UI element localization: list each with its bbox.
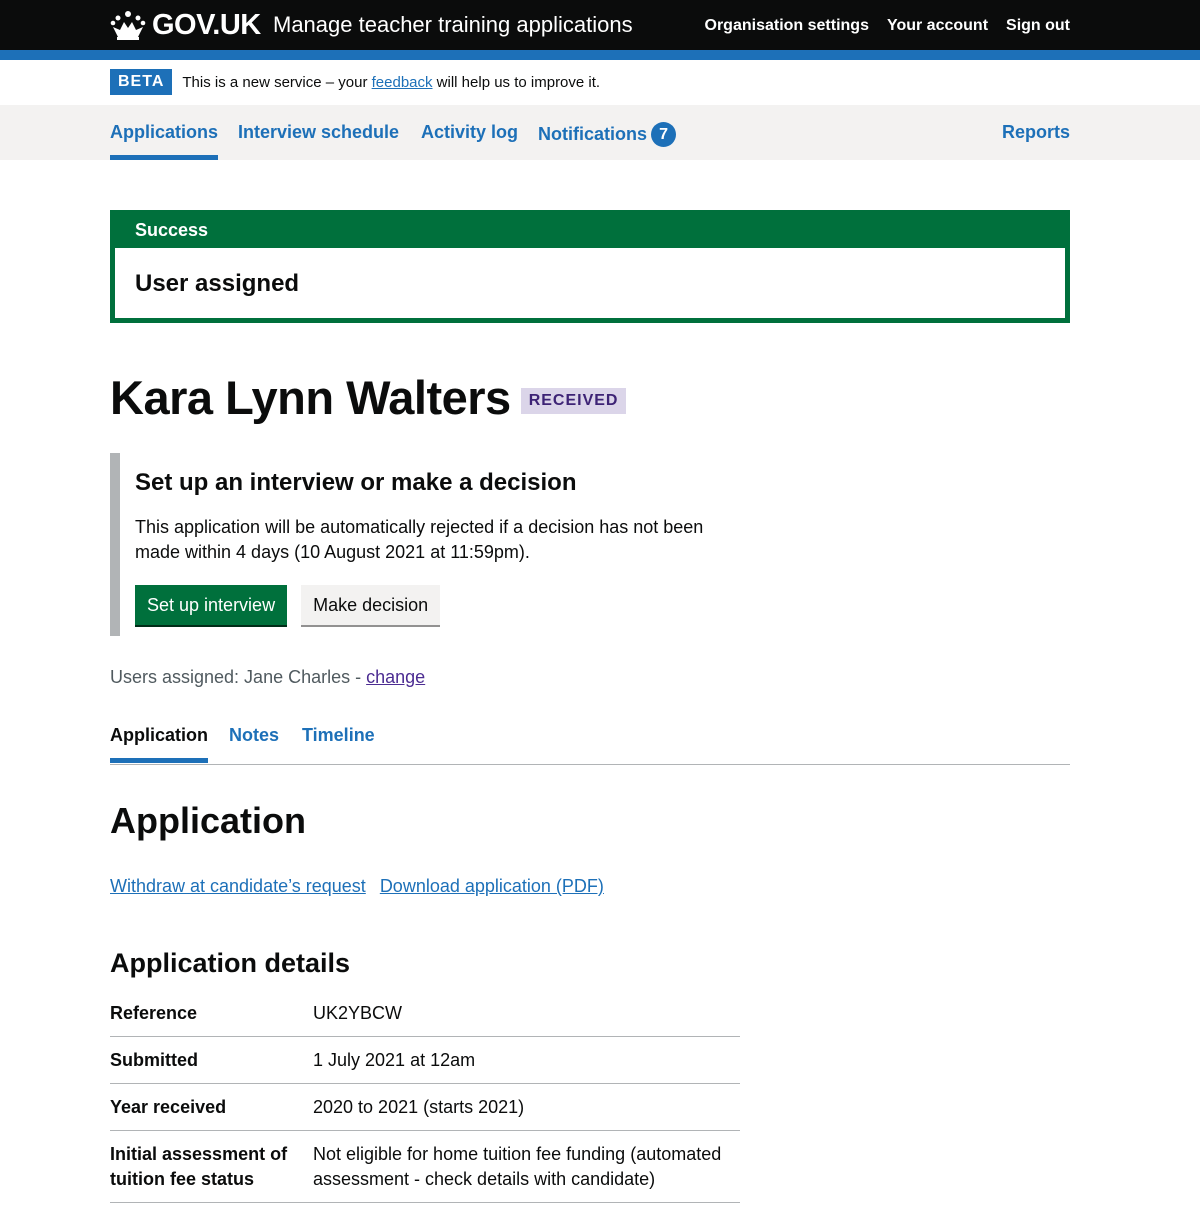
nav-notifications[interactable]: Notifications 7 xyxy=(538,122,677,147)
primary-navigation: Applications Interview schedule Activity… xyxy=(0,105,1200,160)
nav-notifications-label: Notifications xyxy=(538,124,648,144)
success-banner-message: User assigned xyxy=(135,270,300,297)
tab-timeline[interactable]: Timeline xyxy=(302,725,375,746)
application-actions: Withdraw at candidate’s request Download… xyxy=(110,876,604,897)
site-header: GOV.UK Manage teacher training applicati… xyxy=(0,0,1200,50)
application-details-list: Reference UK2YBCW Submitted 1 July 2021 … xyxy=(110,990,740,1203)
summary-key: Year received xyxy=(110,1097,227,1117)
service-name-link[interactable]: Manage teacher training applications xyxy=(273,12,633,38)
header-blue-bar xyxy=(0,50,1200,60)
sub-navigation-tabs: Application Notes Timeline xyxy=(110,722,1070,765)
decision-inset: Set up an interview or make a decision T… xyxy=(110,453,750,636)
summary-value: 2020 to 2021 (starts 2021) xyxy=(313,1097,525,1117)
summary-row: Submitted 1 July 2021 at 12am xyxy=(110,1037,740,1084)
phase-banner: BETA This is a new service – your feedba… xyxy=(110,69,600,95)
nav-activity-log[interactable]: Activity log xyxy=(421,122,518,143)
tab-notes[interactable]: Notes xyxy=(229,725,279,746)
users-assigned: Users assigned: Jane Charles - change xyxy=(110,667,425,688)
inset-buttons: Set up interview Make decision xyxy=(135,585,750,625)
inset-heading: Set up an interview or make a decision xyxy=(135,469,577,496)
nav-interview-schedule[interactable]: Interview schedule xyxy=(238,122,399,143)
success-banner: Success User assigned xyxy=(110,210,1070,323)
page-title-row: Kara Lynn Walters RECEIVED xyxy=(110,370,627,425)
feedback-link[interactable]: feedback xyxy=(372,74,433,91)
summary-row: Year received 2020 to 2021 (starts 2021) xyxy=(110,1084,740,1131)
phase-text-before: This is a new service – your xyxy=(182,73,372,91)
header-nav: Organisation settings Your account Sign … xyxy=(705,17,1071,35)
summary-value: 1 July 2021 at 12am xyxy=(313,1050,476,1070)
set-up-interview-button[interactable]: Set up interview xyxy=(135,585,288,625)
section-title: Application xyxy=(110,800,306,841)
download-pdf-link[interactable]: Download application (PDF) xyxy=(380,876,604,897)
tab-application[interactable]: Application xyxy=(110,725,208,763)
inset-text: This application will be automatically r… xyxy=(135,517,704,562)
crown-icon xyxy=(110,11,146,40)
make-decision-button[interactable]: Make decision xyxy=(301,585,441,625)
summary-value: UK2YBCW xyxy=(313,1003,403,1023)
beta-tag: BETA xyxy=(110,69,173,95)
sign-out-link[interactable]: Sign out xyxy=(1006,17,1070,35)
application-details-heading: Application details xyxy=(110,948,351,978)
nav-applications[interactable]: Applications xyxy=(110,122,219,160)
logo-text: GOV.UK xyxy=(152,8,261,41)
candidate-name: Kara Lynn Walters xyxy=(110,371,511,424)
notifications-count-badge: 7 xyxy=(651,122,677,147)
nav-reports[interactable]: Reports xyxy=(1002,122,1070,143)
change-assigned-link[interactable]: change xyxy=(366,667,425,687)
users-assigned-text: Users assigned: Jane Charles - xyxy=(110,667,367,687)
summary-row: Reference UK2YBCW xyxy=(110,990,740,1037)
organisation-settings-link[interactable]: Organisation settings xyxy=(705,17,869,35)
your-account-link[interactable]: Your account xyxy=(887,17,988,35)
success-banner-title: Success xyxy=(115,215,1065,248)
summary-key: Submitted xyxy=(110,1050,198,1070)
phase-banner-text: This is a new service – your feedback wi… xyxy=(182,74,600,91)
summary-key: Initial assessment of tuition fee status xyxy=(110,1144,288,1189)
summary-key: Reference xyxy=(110,1003,198,1023)
govuk-logo-link[interactable]: GOV.UK xyxy=(110,8,261,42)
phase-text-after: will help us to improve it. xyxy=(432,73,601,91)
withdraw-link[interactable]: Withdraw at candidate’s request xyxy=(110,876,366,897)
summary-value: Not eligible for home tuition fee fundin… xyxy=(313,1144,722,1189)
status-tag: RECEIVED xyxy=(520,387,627,414)
summary-row: Initial assessment of tuition fee status… xyxy=(110,1131,740,1203)
